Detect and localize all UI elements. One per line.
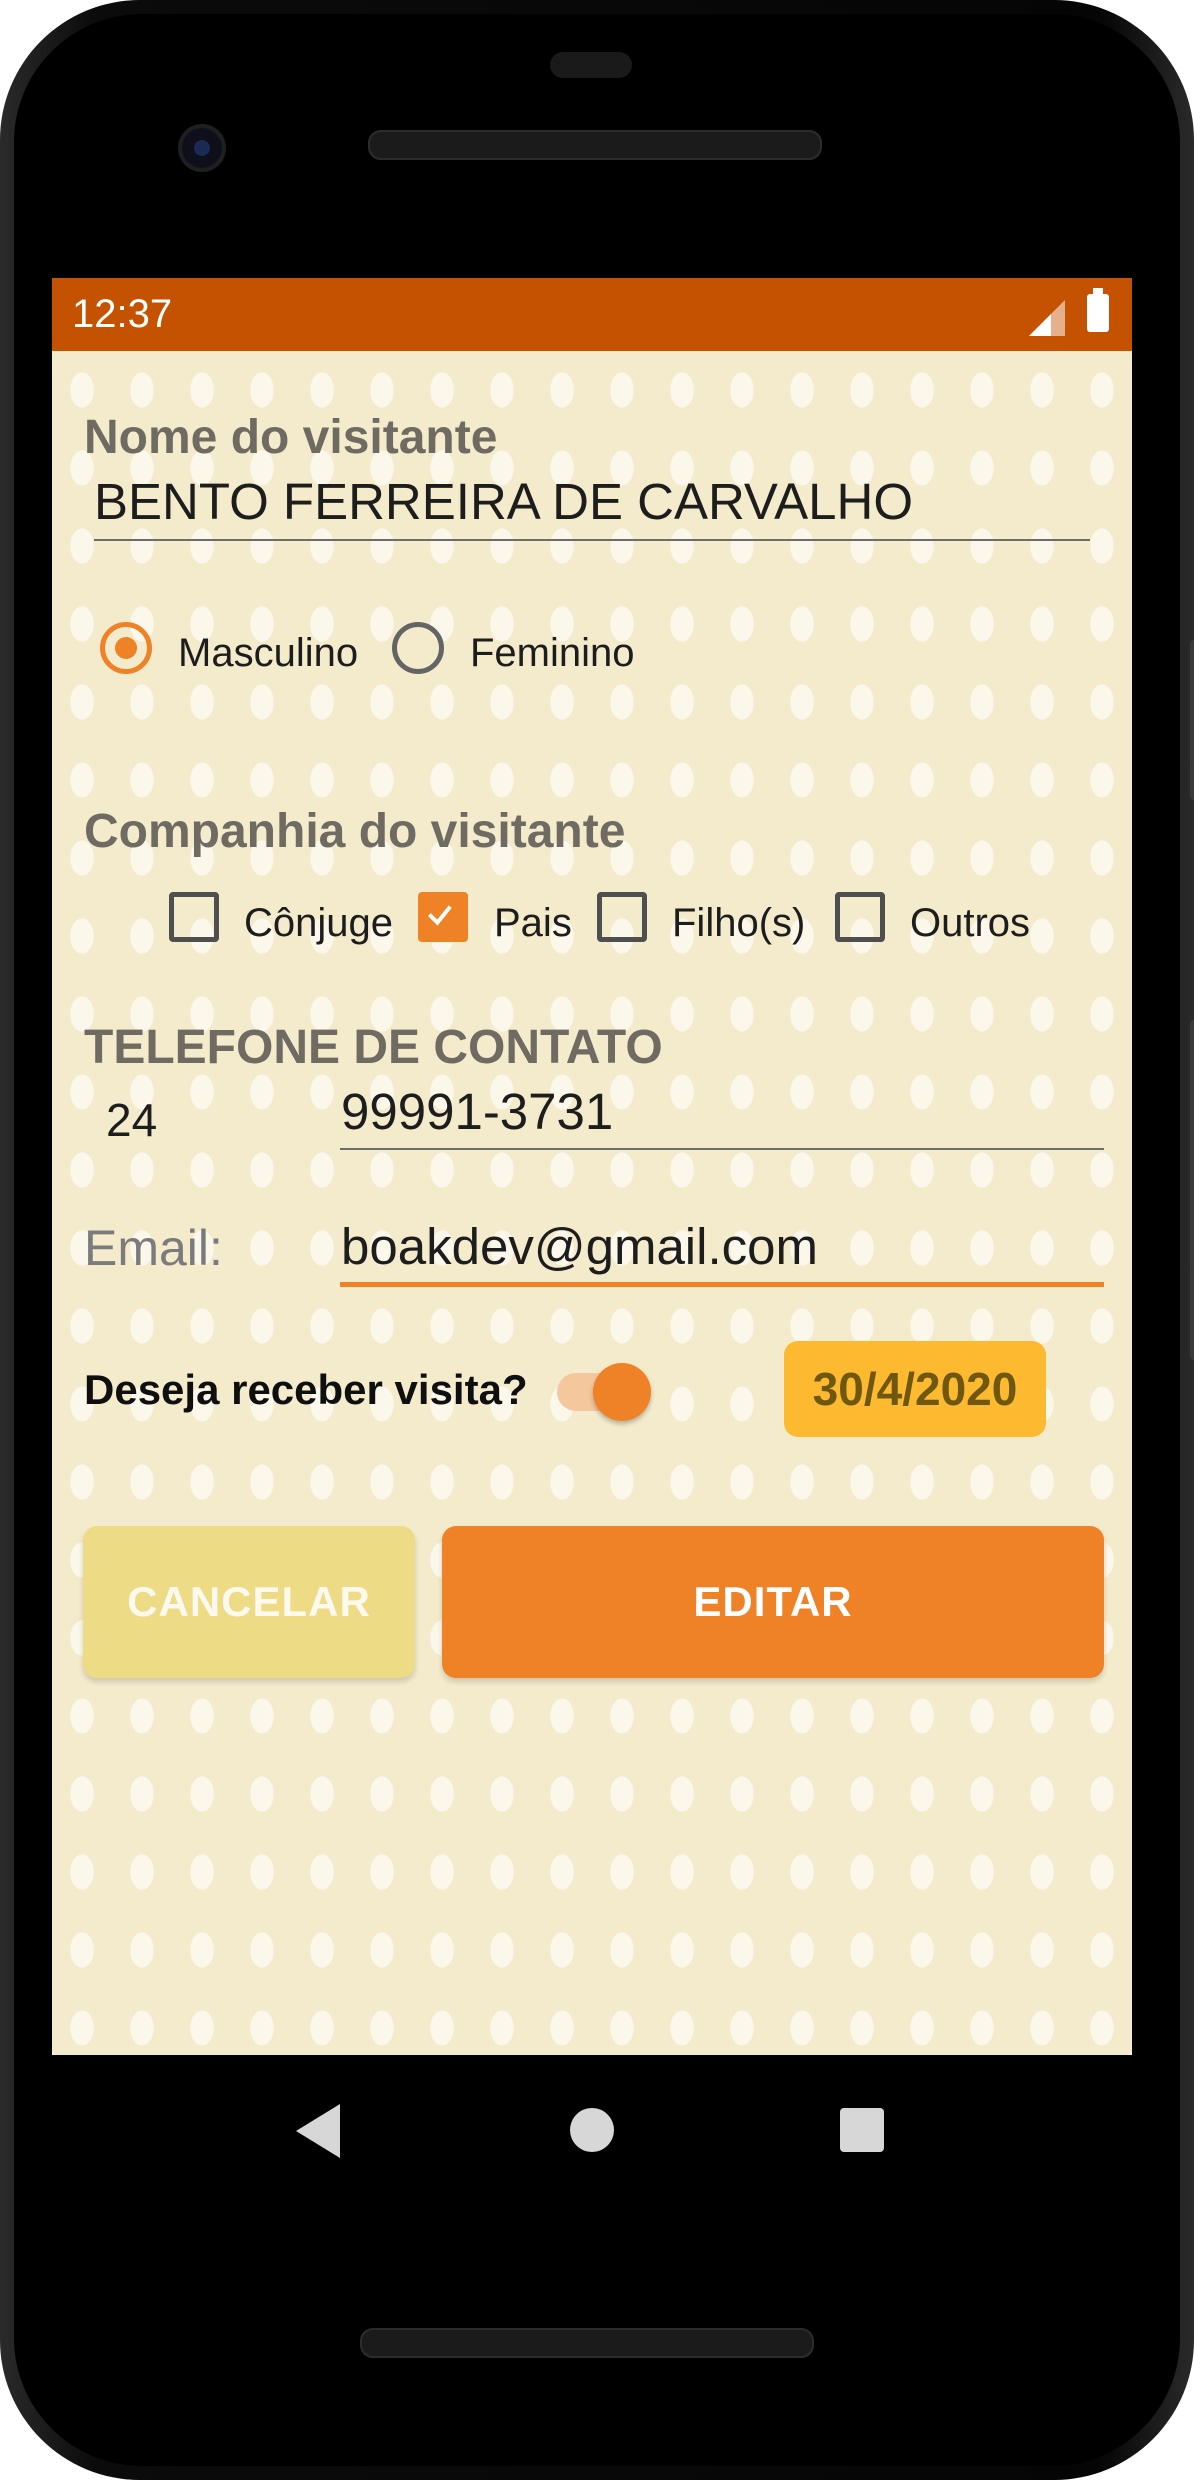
status-bar: 12:37 [52,278,1132,351]
screen: 12:37 Nome do visitante BENTO FERREIRA D… [52,278,1132,2055]
earpiece-speaker [368,130,822,160]
checkmark-icon [427,905,452,926]
email-label: Email: [84,1220,223,1276]
companion-label: Companhia do visitante [84,805,626,858]
phone-number-input[interactable]: 99991-3731 [341,1082,613,1141]
checkbox-filhos-label[interactable]: Filho(s) [672,901,805,946]
bottom-speaker [360,2328,814,2358]
name-input[interactable]: BENTO FERREIRA DE CARVALHO [94,472,913,531]
email-input-underline [340,1282,1104,1287]
recents-square-icon[interactable] [840,2108,884,2152]
visitor-form: Nome do visitante BENTO FERREIRA DE CARV… [52,351,1132,2055]
edit-button[interactable]: EDITAR [442,1526,1104,1678]
checkbox-filhos[interactable] [597,892,647,942]
status-time: 12:37 [72,292,173,336]
checkbox-outros-label[interactable]: Outros [910,901,1030,946]
checkbox-pais[interactable] [418,892,468,942]
signal-icon [1029,300,1065,336]
radio-feminino[interactable] [392,622,444,674]
front-camera [178,124,226,172]
back-triangle-icon[interactable] [296,2104,340,2158]
email-input[interactable]: boakdev@gmail.com [341,1217,818,1276]
battery-icon [1087,288,1109,332]
phone-ddd-input[interactable]: 24 [106,1093,157,1147]
date-button[interactable]: 30/4/2020 [784,1341,1046,1437]
checkbox-outros[interactable] [835,892,885,942]
power-button [1190,640,1194,800]
checkbox-pais-label[interactable]: Pais [494,901,572,946]
radio-feminino-label[interactable]: Feminino [470,631,635,676]
visit-switch-thumb[interactable] [593,1363,651,1421]
radio-masculino[interactable] [100,622,152,674]
name-label: Nome do visitante [84,411,498,464]
phone-frame: 12:37 Nome do visitante BENTO FERREIRA D… [0,0,1194,2480]
radio-masculino-label[interactable]: Masculino [178,631,358,676]
visit-switch-label: Deseja receber visita? [84,1366,528,1413]
name-input-underline [94,539,1090,541]
volume-button [1190,1020,1194,1360]
home-circle-icon[interactable] [570,2108,614,2152]
phone-label: TELEFONE DE CONTATO [84,1021,663,1074]
phone-number-underline [340,1148,1104,1150]
sensor-slot [550,52,632,78]
cancel-button[interactable]: CANCELAR [83,1526,415,1678]
checkbox-conjuge-label[interactable]: Cônjuge [244,901,393,946]
checkbox-conjuge[interactable] [169,892,219,942]
